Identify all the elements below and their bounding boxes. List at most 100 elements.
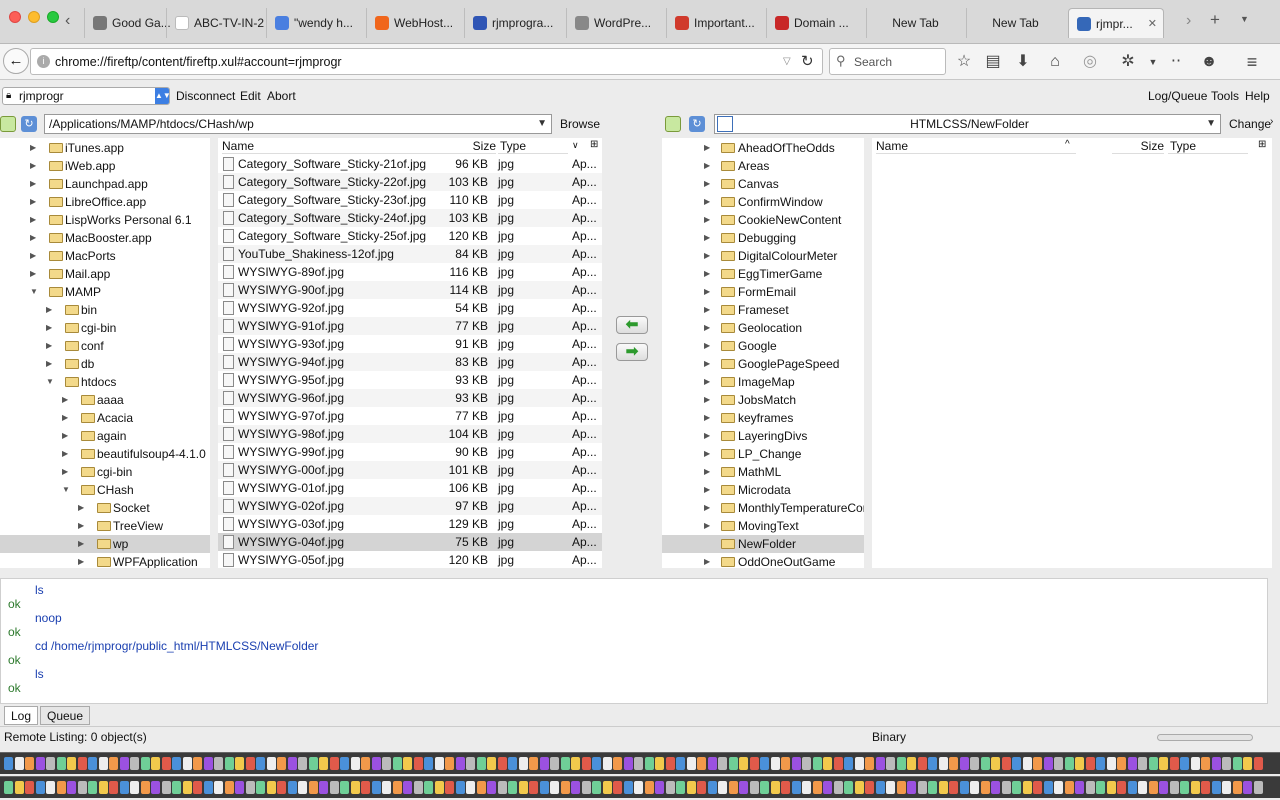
minimize-window-button[interactable] [28, 11, 40, 23]
collapsed-arrow-icon[interactable]: ▶ [30, 175, 36, 193]
collapsed-arrow-icon[interactable]: ▶ [704, 211, 710, 229]
dock-app-icon[interactable] [508, 781, 517, 794]
remote-tree-item[interactable]: ▶ Microdata [662, 481, 864, 499]
dock-app-icon[interactable] [193, 781, 202, 794]
dock-app-icon[interactable] [802, 781, 811, 794]
remote-tree-item[interactable]: ▶ CookieNewContent [662, 211, 864, 229]
file-row[interactable]: WYSIWYG-90of.jpg 114 KB jpg Ap... [218, 281, 602, 299]
tab-6[interactable]: WordPre... [566, 8, 664, 38]
dock-app-icon[interactable] [539, 781, 549, 794]
dock-app-icon[interactable] [203, 781, 213, 794]
dock-app-icon[interactable] [4, 781, 13, 794]
collapsed-arrow-icon[interactable]: ▶ [704, 265, 710, 283]
local-tree-item[interactable]: ▶ Mail.app [0, 265, 210, 283]
dock-app-icon[interactable] [224, 757, 234, 770]
dock-app-icon[interactable] [1201, 781, 1210, 794]
local-tree-item[interactable]: ▶ MacPorts [0, 247, 210, 265]
dock-app-icon[interactable] [991, 757, 1000, 770]
collapsed-arrow-icon[interactable]: ▶ [704, 463, 710, 481]
dock-app-icon[interactable] [697, 757, 706, 770]
collapsed-arrow-icon[interactable]: ▶ [704, 301, 710, 319]
local-tree-item[interactable]: ▶ beautifulsoup4-4.1.0 [0, 445, 210, 463]
dock-app-icon[interactable] [1054, 757, 1063, 770]
dock-app-icon[interactable] [256, 781, 265, 794]
dock-app-icon[interactable] [256, 757, 265, 770]
dock-app-icon[interactable] [623, 781, 633, 794]
file-row[interactable]: WYSIWYG-99of.jpg 90 KB jpg Ap... [218, 443, 602, 461]
file-row[interactable]: WYSIWYG-91of.jpg 77 KB jpg Ap... [218, 317, 602, 335]
file-row[interactable]: WYSIWYG-01of.jpg 106 KB jpg Ap... [218, 479, 602, 497]
remote-tree-item[interactable]: ▶ MonthlyTemperatureCom [662, 499, 864, 517]
dock-app-icon[interactable] [865, 781, 874, 794]
account-select[interactable]: 🔒︎ rjmprogr ▲▼ [2, 87, 171, 105]
dock-app-icon[interactable] [235, 757, 244, 770]
sort-chevron-icon[interactable]: ∨ [572, 140, 579, 151]
dock-app-icon[interactable] [1190, 781, 1200, 794]
extension-icon[interactable]: ✲ [1118, 52, 1138, 72]
dock-app-icon[interactable] [518, 757, 528, 770]
dock-app-icon[interactable] [1243, 781, 1252, 794]
dock-app-icon[interactable] [1159, 781, 1168, 794]
column-picker-icon[interactable]: ⊞ [590, 139, 598, 150]
remote-tree-item[interactable]: ▶ EggTimerGame [662, 265, 864, 283]
dock-app-icon[interactable] [329, 781, 339, 794]
dock-app-icon[interactable] [886, 781, 895, 794]
collapsed-arrow-icon[interactable]: ▶ [704, 499, 710, 517]
dock-app-icon[interactable] [98, 757, 108, 770]
local-file-list[interactable]: Name Size Type ∨ ⊞ Category_Software_Sti… [218, 138, 602, 568]
collapsed-arrow-icon[interactable]: ▶ [704, 481, 710, 499]
collapsed-arrow-icon[interactable]: ▶ [30, 139, 36, 157]
file-row[interactable]: WYSIWYG-97of.jpg 77 KB jpg Ap... [218, 407, 602, 425]
dock-app-icon[interactable] [1211, 757, 1221, 770]
dock-app-icon[interactable] [424, 781, 433, 794]
collapsed-arrow-icon[interactable]: ▶ [704, 391, 710, 409]
remote-parent-folder-icon[interactable] [665, 116, 681, 132]
dock-app-icon[interactable] [854, 781, 864, 794]
dock-app-icon[interactable] [298, 781, 307, 794]
collapsed-arrow-icon[interactable]: ▶ [704, 229, 710, 247]
remote-tree-item[interactable]: ▶ Debugging [662, 229, 864, 247]
dock-app-icon[interactable] [907, 781, 916, 794]
dock-app-icon[interactable] [928, 781, 937, 794]
collapsed-arrow-icon[interactable]: ▶ [704, 445, 710, 463]
dock-app-icon[interactable] [476, 781, 486, 794]
collapsed-arrow-icon[interactable]: ▶ [62, 427, 68, 445]
dock-app-icon[interactable] [1138, 781, 1147, 794]
collapsed-arrow-icon[interactable]: ▶ [78, 553, 84, 568]
edit-button[interactable]: Edit [240, 89, 261, 103]
collapsed-arrow-icon[interactable]: ▶ [30, 229, 36, 247]
dock-app-icon[interactable] [508, 757, 517, 770]
chevron-down-icon[interactable]: ▼ [1206, 115, 1216, 133]
collapsed-arrow-icon[interactable]: ▶ [62, 409, 68, 427]
dock-app-icon[interactable] [35, 781, 45, 794]
dock-app-icon[interactable] [67, 757, 76, 770]
file-row[interactable]: WYSIWYG-92of.jpg 54 KB jpg Ap... [218, 299, 602, 317]
download-arrow-button[interactable]: ⬅ [616, 316, 648, 334]
collapsed-arrow-icon[interactable]: ▶ [704, 553, 710, 568]
chevron-down-icon[interactable]: ▼ [537, 115, 547, 133]
dock-app-icon[interactable] [298, 757, 307, 770]
collapsed-arrow-icon[interactable]: ▶ [46, 355, 52, 373]
remote-column-header-name[interactable]: Name [876, 138, 1076, 154]
dock-app-icon[interactable] [728, 757, 738, 770]
expanded-arrow-icon[interactable]: ▼ [30, 283, 38, 301]
dock-app-icon[interactable] [1106, 757, 1116, 770]
remote-file-list[interactable]: Name ^ Size Type ⊞ [872, 138, 1272, 568]
local-tree-item[interactable]: ▶ TreeView [0, 517, 210, 535]
dock-app-icon[interactable] [854, 757, 864, 770]
dock-app-icon[interactable] [770, 757, 780, 770]
chevron-down-icon[interactable]: ▼ [1143, 52, 1163, 72]
dock-app-icon[interactable] [781, 781, 790, 794]
dock-app-icon[interactable] [739, 781, 748, 794]
chat-icon[interactable]: ☻ [1199, 52, 1219, 72]
dock-app-icon[interactable] [1211, 781, 1221, 794]
dock-app-icon[interactable] [1096, 781, 1105, 794]
dock-app-icon[interactable] [329, 757, 339, 770]
dock-app-icon[interactable] [739, 757, 748, 770]
close-window-button[interactable] [9, 11, 21, 23]
dock-app-icon[interactable] [833, 757, 843, 770]
dock-app-icon[interactable] [655, 757, 664, 770]
dock-app-icon[interactable] [644, 757, 654, 770]
file-row[interactable]: Category_Software_Sticky-25of.jpg 120 KB j… [218, 227, 602, 245]
column-header-size[interactable]: Size [462, 138, 496, 154]
